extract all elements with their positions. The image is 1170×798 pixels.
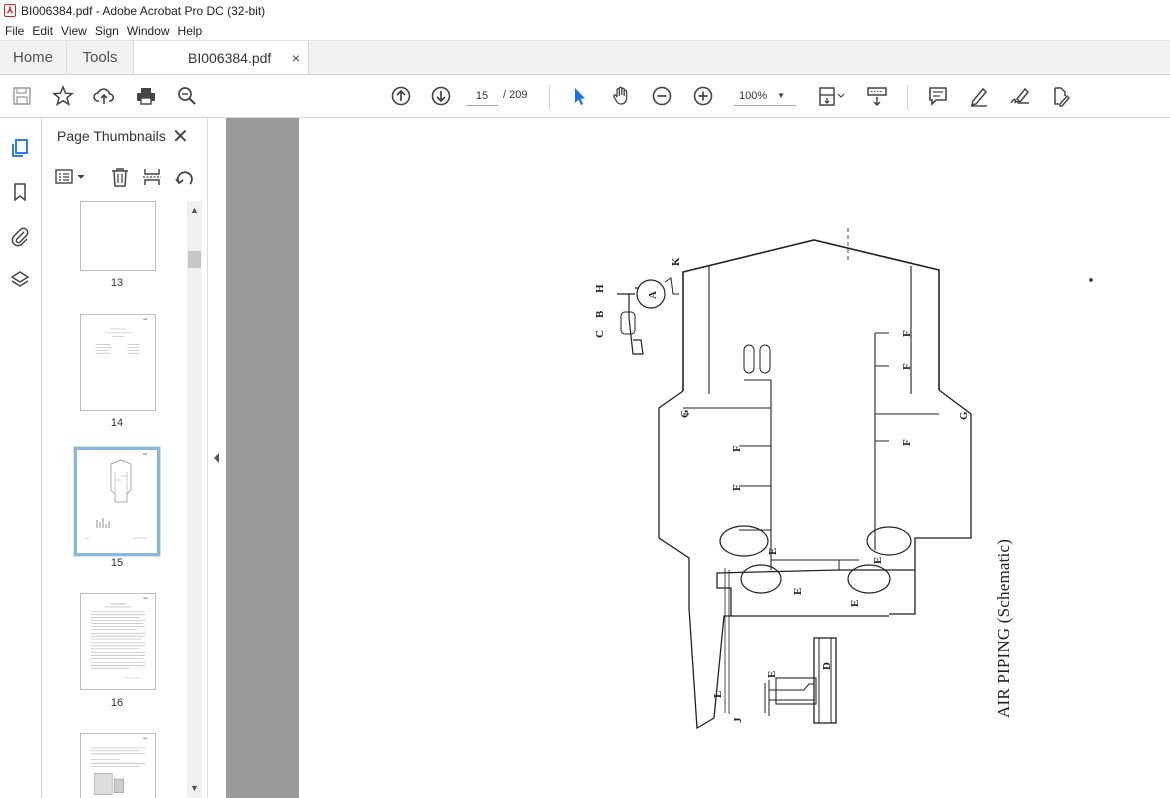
title-bar: ⅄ BI006384.pdf - Adobe Acrobat Pro DC (3… [0, 0, 1170, 21]
svg-text:L: L [712, 691, 724, 698]
tab-bar: Home Tools BI006384.pdf × [0, 40, 1170, 75]
svg-text:F: F [731, 484, 743, 491]
menu-sign[interactable]: Sign [95, 24, 119, 38]
menu-window[interactable]: Window [127, 24, 170, 38]
page-total: / 209 [503, 89, 528, 101]
left-navigation-rail [0, 118, 42, 798]
svg-text:F: F [901, 363, 913, 370]
page-thumbnail[interactable] [80, 593, 156, 690]
svg-text:G: G [958, 411, 970, 420]
toolbar-divider [907, 85, 908, 109]
svg-text:E: E [849, 600, 861, 607]
menu-file[interactable]: File [5, 24, 24, 38]
tab-document[interactable]: BI006384.pdf × [133, 41, 309, 74]
svg-text:B: B [594, 310, 606, 318]
insert-page-icon[interactable] [141, 166, 165, 188]
select-cursor-icon[interactable] [567, 83, 593, 109]
zoom-select[interactable]: 100% ▼ [734, 86, 796, 106]
scroll-down-icon[interactable]: ▼ [190, 783, 199, 793]
svg-text:J: J [732, 717, 744, 723]
figure-caption: AIR PIPING (Schematic) [994, 538, 1013, 718]
menu-edit[interactable]: Edit [32, 24, 53, 38]
svg-text:E: E [792, 588, 804, 595]
print-icon[interactable] [133, 83, 159, 109]
page-thumbnail-selected[interactable] [73, 446, 161, 557]
scroll-mode-icon[interactable] [864, 83, 890, 109]
zoom-value: 100% [739, 89, 768, 102]
comment-icon[interactable] [925, 83, 951, 109]
thumbnail-toolbar [52, 164, 202, 192]
svg-text:C: C [594, 330, 606, 338]
close-icon[interactable]: ✕ [172, 124, 189, 149]
page-thumbnails-icon[interactable] [8, 136, 32, 160]
scrollbar-thumb[interactable] [188, 251, 201, 268]
zoom-out-icon[interactable] [649, 83, 675, 109]
hand-tool-icon[interactable] [608, 83, 634, 109]
svg-text:E: E [766, 671, 778, 678]
svg-text:A: A [647, 291, 659, 299]
zoom-search-icon[interactable] [174, 83, 200, 109]
attachments-icon[interactable] [8, 224, 32, 248]
svg-text:D: D [821, 662, 833, 670]
svg-text:E: E [872, 557, 884, 564]
panel-title: Page Thumbnails [57, 128, 166, 144]
window-title: BI006384.pdf - Adobe Acrobat Pro DC (32-… [21, 3, 266, 18]
thumbnail-page-number: 13 [110, 277, 124, 289]
chevron-down-icon: ▼ [777, 91, 786, 100]
document-view[interactable]: A B C D E E E E E F F F F F G G H J K L [226, 118, 1170, 798]
page-thumbnail[interactable] [80, 201, 156, 271]
svg-text:F: F [901, 330, 913, 337]
page-number-input[interactable] [466, 86, 498, 106]
bookmarks-icon[interactable] [8, 180, 32, 204]
zoom-in-icon[interactable] [690, 83, 716, 109]
thumbnail-options-icon[interactable] [54, 166, 90, 188]
bookmark-star-icon[interactable] [50, 83, 76, 109]
acrobat-icon: ⅄ [4, 4, 16, 17]
sign-icon[interactable] [1007, 83, 1033, 109]
previous-page-icon[interactable] [388, 83, 414, 109]
tab-document-label: BI006384.pdf [188, 49, 272, 66]
toolbar-divider [549, 85, 550, 109]
menu-view[interactable]: View [61, 24, 87, 38]
next-page-icon[interactable] [428, 83, 454, 109]
collapse-panel-icon[interactable] [214, 453, 219, 463]
undo-rotate-icon[interactable] [174, 166, 198, 188]
tab-close-icon[interactable]: × [292, 50, 300, 66]
delete-page-icon[interactable] [109, 166, 133, 188]
toolbar: / 209 100% ▼ [0, 75, 1170, 118]
thumbnail-page-number: 16 [110, 697, 124, 709]
tab-home[interactable]: Home [0, 41, 67, 74]
svg-text:K: K [670, 257, 682, 266]
layers-icon[interactable] [8, 268, 32, 292]
panel-splitter[interactable] [207, 118, 226, 798]
thumbnail-list: 13 14 15 16 [42, 201, 187, 798]
svg-text:G: G [679, 409, 691, 418]
tab-tools[interactable]: Tools [67, 41, 133, 74]
page-thumbnails-panel: Page Thumbnails ✕ 13 14 15 16 ▲ ▼ [42, 118, 207, 798]
scroll-up-icon[interactable]: ▲ [190, 205, 199, 215]
fit-page-icon[interactable] [814, 83, 848, 109]
svg-text:E: E [767, 548, 779, 555]
menu-bar: File Edit View Sign Window Help [0, 21, 1170, 40]
fill-sign-icon[interactable] [1047, 83, 1073, 109]
svg-text:H: H [594, 284, 606, 293]
upload-cloud-icon[interactable] [91, 83, 117, 109]
save-icon[interactable] [9, 83, 35, 109]
thumbnail-scrollbar[interactable]: ▲ ▼ [187, 201, 202, 798]
thumbnail-page-number: 15 [110, 557, 124, 569]
highlight-pen-icon[interactable] [966, 83, 992, 109]
thumbnail-page-number: 14 [110, 417, 124, 429]
menu-help[interactable]: Help [178, 24, 203, 38]
svg-text:F: F [901, 439, 913, 446]
air-piping-schematic: A B C D E E E E E F F F F F G G H J K L [594, 228, 1093, 730]
page-thumbnail[interactable] [80, 733, 156, 798]
svg-text:F: F [731, 445, 743, 452]
page-thumbnail[interactable] [80, 314, 156, 411]
pdf-page: A B C D E E E E E F F F F F G G H J K L [299, 118, 1170, 798]
